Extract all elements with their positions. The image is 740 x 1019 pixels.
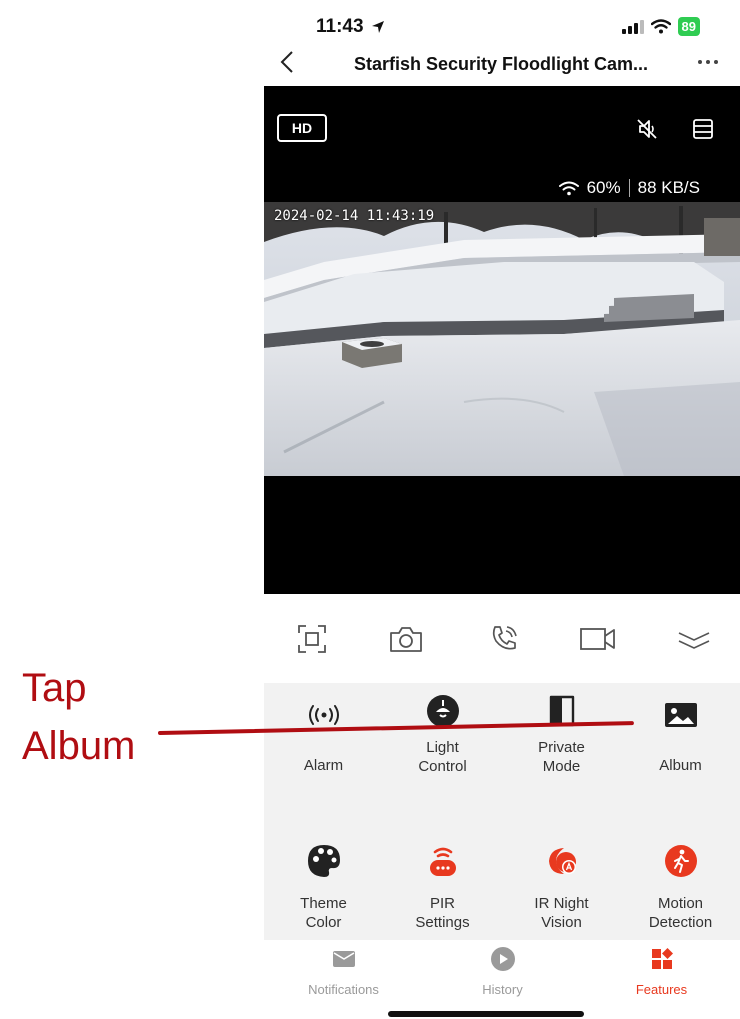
chevron-left-icon [280,51,293,73]
hd-quality-button[interactable]: HD [277,114,327,142]
fullscreen-button[interactable] [292,619,332,659]
split-layout-icon [693,119,713,139]
feature-ir-night-vision[interactable]: IR Night Vision [502,841,621,933]
feature-label: Album [659,757,702,774]
feature-label: Private [538,739,585,756]
nav-header: Starfish Security Floodlight Cam... [264,46,740,86]
back-button[interactable] [280,50,294,81]
feature-label: Vision [541,913,582,931]
feature-label: Control [418,757,467,775]
tab-features[interactable]: Features [582,946,740,997]
palette-icon [307,845,340,877]
feature-label: Light [426,739,459,756]
tab-label: Features [635,982,688,997]
phone-screen: 11:43 89 Starfish Security Floodlight Ca… [264,0,740,1019]
status-icons: 89 [621,17,700,36]
feature-label: PIR [429,895,455,912]
collapse-button[interactable] [674,619,714,659]
bottom-tab-bar: Notifications History Features [264,940,740,1019]
collapse-icon [678,632,710,649]
feature-label: Alarm [303,757,344,774]
signal-strength: 60% [586,178,621,197]
ellipsis-icon [698,60,718,64]
tab-label: History [482,982,523,997]
feature-album[interactable]: Album [621,695,740,776]
layout-toggle-button[interactable] [692,118,714,145]
record-button[interactable] [578,619,618,659]
snapshot-button[interactable] [386,619,426,659]
cellular-signal-icon [621,19,644,34]
fullscreen-icon [298,625,326,653]
home-indicator[interactable] [388,1011,584,1017]
feature-motion-detection[interactable]: Motion Detection [621,841,740,933]
tab-history[interactable]: History [423,946,582,997]
more-button[interactable] [696,48,720,78]
video-record-icon [580,628,615,650]
status-bar: 11:43 89 [264,0,740,46]
image-icon [664,703,697,727]
features-grid-icon [651,948,673,969]
bitrate: 88 KB/S [637,178,700,197]
location-arrow-icon [371,20,384,33]
feature-label: Motion [657,895,704,912]
camera-icon [390,627,422,652]
phone-call-icon [492,626,517,650]
annotation-tap: Tap [22,666,87,710]
feature-pir-settings[interactable]: PIR Settings [383,841,502,933]
feature-theme-color[interactable]: Theme Color [264,841,383,933]
alarm-waves-icon [308,705,339,725]
features-panel: Alarm Light Control Private Mode Album T… [264,683,740,940]
feature-alarm[interactable]: Alarm [264,695,383,776]
control-toolbar [264,594,740,682]
feature-label: Color [305,913,342,931]
feature-label: IR Night [534,895,589,912]
battery-indicator: 89 [677,17,700,36]
speaker-muted-icon [637,119,657,139]
night-vision-icon [548,848,576,874]
wifi-icon [558,181,579,195]
page-title: Starfish Security Floodlight Cam... [354,54,649,74]
feature-label: Settings [415,913,470,931]
mute-button[interactable] [636,118,658,145]
envelope-icon [332,951,355,967]
camera-timestamp: 2024-02-14 11:43:19 [274,208,435,224]
camera-feed-image [264,202,740,476]
tab-label: Notifications [308,982,379,997]
pir-sensor-icon [429,847,456,876]
feature-light-control[interactable]: Light Control [383,691,502,777]
camera-feed: 2024-02-14 11:43:19 [264,202,740,476]
feature-private-mode[interactable]: Private Mode [502,691,621,777]
video-player[interactable]: HD 60% 88 KB/S 2024-02-14 11:43:19 [264,86,740,594]
annotation-album: Album [22,724,136,768]
stats-divider [628,179,630,197]
tab-notifications[interactable]: Notifications [264,946,423,997]
feature-label: Mode [542,757,581,775]
wifi-icon [650,19,671,34]
feature-label: Theme [300,895,347,912]
motion-person-icon [664,845,697,877]
network-stats: 60% 88 KB/S [558,178,700,198]
talk-button[interactable] [484,619,524,659]
status-time: 11:43 [316,16,385,38]
feature-label: Detection [648,913,713,931]
play-circle-icon [490,947,515,971]
light-bulb-icon [426,695,459,727]
